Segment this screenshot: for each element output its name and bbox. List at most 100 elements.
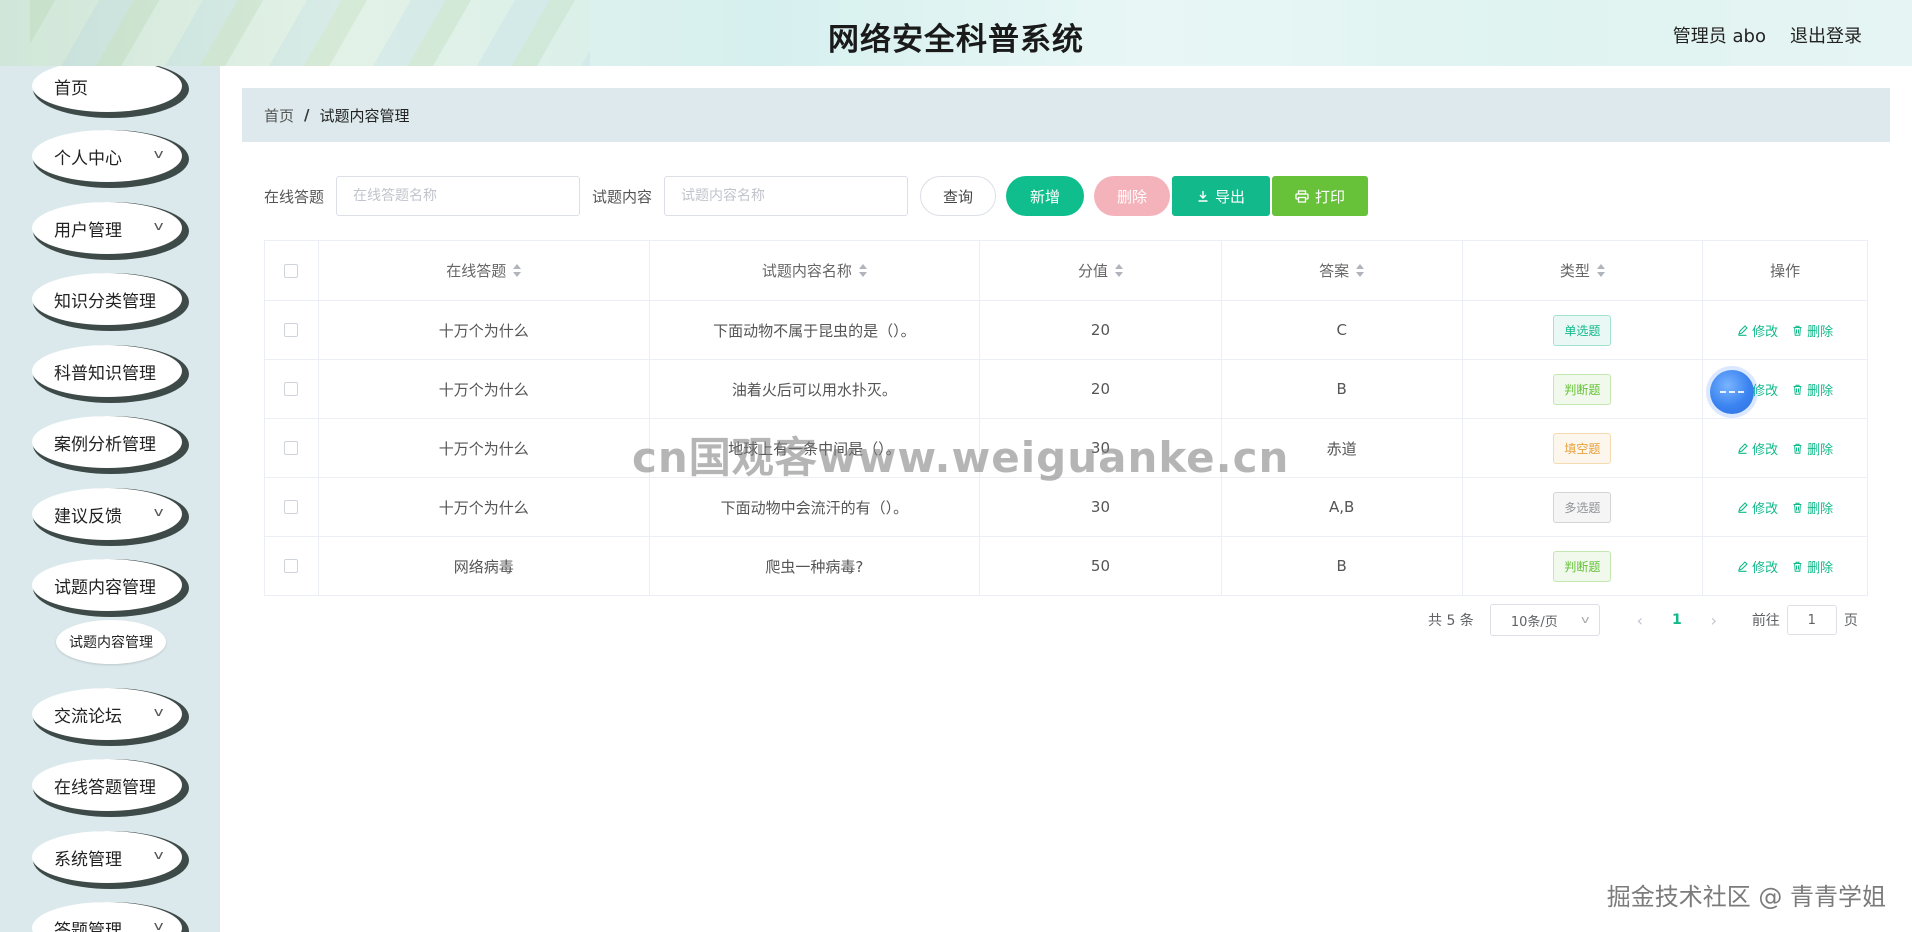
page-size-select[interactable]: 10条/页 v	[1489, 604, 1600, 636]
sidebar-subitem-question-management[interactable]: 试题内容管理	[56, 620, 166, 664]
row-checkbox-cell	[265, 360, 319, 418]
page-number[interactable]: 1	[1658, 612, 1696, 628]
sidebar-item-forum[interactable]: 交流论坛 v	[32, 688, 182, 740]
row-checkbox[interactable]	[284, 441, 299, 455]
add-button[interactable]: 新增	[1006, 176, 1085, 216]
sort-icon[interactable]	[858, 264, 867, 277]
cell-actions: 修改 删除	[1703, 537, 1867, 595]
logout-link[interactable]: 退出登录	[1790, 22, 1862, 48]
row-checkbox-cell	[265, 537, 319, 595]
sidebar-item-label: 交流论坛	[54, 706, 122, 727]
table-row: 网络病毒 爬虫一种病毒? 50 B 判断题 修改 删除	[265, 537, 1867, 595]
table-row: 十万个为什么 油着火后可以用水扑灭。 20 B 判断题 修改 删除	[265, 360, 1867, 419]
sort-icon[interactable]	[1114, 264, 1123, 277]
delete-label: 删除	[1807, 383, 1834, 399]
row-checkbox[interactable]	[284, 500, 299, 514]
delete-button[interactable]: 删除	[1792, 439, 1833, 458]
trash-icon	[1793, 502, 1802, 513]
sidebar-item-user-management[interactable]: 用户管理 v	[32, 202, 182, 254]
cell-question: 爬虫一种病毒?	[650, 537, 981, 595]
batch-delete-button[interactable]: 删除	[1094, 176, 1171, 216]
column-header-answer[interactable]: 答案	[1222, 241, 1463, 300]
row-checkbox[interactable]	[284, 559, 299, 573]
cell-answer: A,B	[1222, 478, 1463, 536]
cell-question: 油着火后可以用水扑灭。	[650, 360, 981, 418]
row-checkbox[interactable]	[284, 323, 299, 337]
cell-question: 下面动物不属于昆虫的是（）。	[650, 301, 981, 359]
cell-score: 30	[980, 478, 1222, 536]
cell-quiz: 十万个为什么	[319, 478, 650, 536]
sidebar-item-home[interactable]: 首页	[32, 66, 182, 112]
cell-type: 填空题	[1463, 419, 1704, 477]
column-header-score[interactable]: 分值	[980, 241, 1222, 300]
edit-button[interactable]: 修改	[1737, 557, 1778, 576]
column-header-question[interactable]: 试题内容名称	[650, 241, 981, 300]
sidebar-item-label: 答题管理	[54, 920, 122, 932]
edit-label: 修改	[1752, 383, 1779, 399]
sidebar-item-knowledge-category[interactable]: 知识分类管理	[32, 273, 182, 325]
next-page-button[interactable]: ›	[1696, 611, 1732, 630]
delete-label: 删除	[1807, 560, 1834, 576]
question-search-input[interactable]	[664, 176, 909, 216]
export-label: 导出	[1215, 187, 1246, 206]
printer-icon	[1295, 189, 1309, 203]
export-button[interactable]: 导出	[1172, 176, 1271, 216]
select-all-checkbox[interactable]	[284, 263, 299, 278]
sidebar-item-system[interactable]: 系统管理 v	[32, 831, 182, 883]
quiz-search-label: 在线答题	[264, 187, 325, 206]
column-header-label: 分值	[1077, 262, 1108, 280]
sidebar-item-answer-management[interactable]: 答题管理 v	[32, 902, 182, 932]
edit-icon	[1738, 324, 1748, 336]
breadcrumb-current: 试题内容管理	[319, 106, 410, 125]
page-title: 网络安全科普系统	[828, 22, 1084, 58]
sort-icon[interactable]	[1356, 264, 1365, 277]
edit-button[interactable]: 修改	[1737, 321, 1778, 340]
sidebar-item-label: 知识分类管理	[54, 291, 156, 312]
floating-assistant-button[interactable]	[1710, 370, 1754, 414]
cell-type: 判断题	[1463, 537, 1704, 595]
quiz-search-input[interactable]	[336, 176, 581, 216]
edit-label: 修改	[1752, 324, 1779, 340]
delete-button[interactable]: 删除	[1792, 380, 1833, 399]
sidebar-item-feedback[interactable]: 建议反馈 v	[32, 488, 182, 540]
sidebar-item-label: 个人中心	[54, 148, 122, 169]
sidebar-item-label: 科普知识管理	[54, 363, 156, 384]
sort-icon[interactable]	[1596, 264, 1605, 277]
delete-button[interactable]: 删除	[1792, 498, 1833, 517]
column-header-quiz[interactable]: 在线答题	[319, 241, 650, 300]
goto-page-input[interactable]	[1786, 605, 1837, 635]
edit-button[interactable]: 修改	[1737, 498, 1778, 517]
cell-score: 20	[980, 360, 1222, 418]
delete-button[interactable]: 删除	[1792, 557, 1833, 576]
sidebar-item-label: 用户管理	[54, 220, 122, 241]
pagination-total: 共 5 条	[1428, 613, 1474, 629]
sidebar-item-online-quiz[interactable]: 在线答题管理	[32, 759, 182, 811]
chevron-down-icon: v	[153, 919, 164, 932]
cell-score: 20	[980, 301, 1222, 359]
cell-actions: 修改 删除	[1703, 301, 1867, 359]
sidebar-item-question-management[interactable]: 试题内容管理	[32, 559, 182, 611]
row-checkbox-cell	[265, 301, 319, 359]
breadcrumb-home[interactable]: 首页	[264, 105, 294, 126]
delete-button[interactable]: 删除	[1792, 321, 1833, 340]
delete-label: 删除	[1807, 442, 1834, 458]
question-search-label: 试题内容	[592, 187, 653, 206]
column-header-label: 试题内容名称	[761, 262, 852, 280]
edit-icon	[1738, 442, 1748, 454]
print-button[interactable]: 打印	[1272, 176, 1369, 216]
edit-icon	[1738, 560, 1748, 572]
sidebar-item-science-knowledge[interactable]: 科普知识管理	[32, 345, 182, 397]
sidebar-item-personal-center[interactable]: 个人中心 v	[32, 130, 182, 182]
edit-button[interactable]: 修改	[1737, 439, 1778, 458]
cell-quiz: 十万个为什么	[319, 419, 650, 477]
sort-icon[interactable]	[513, 264, 522, 277]
page-unit-label: 页	[1843, 613, 1858, 629]
query-button[interactable]: 查询	[920, 176, 997, 216]
column-header-label: 在线答题	[446, 262, 507, 280]
column-header-label: 类型	[1559, 262, 1590, 280]
row-checkbox[interactable]	[284, 382, 299, 396]
prev-page-button[interactable]: ‹	[1622, 611, 1658, 630]
sidebar-item-case-analysis[interactable]: 案例分析管理	[32, 416, 182, 468]
column-header-type[interactable]: 类型	[1463, 241, 1704, 300]
sidebar-item-label: 首页	[54, 78, 88, 99]
